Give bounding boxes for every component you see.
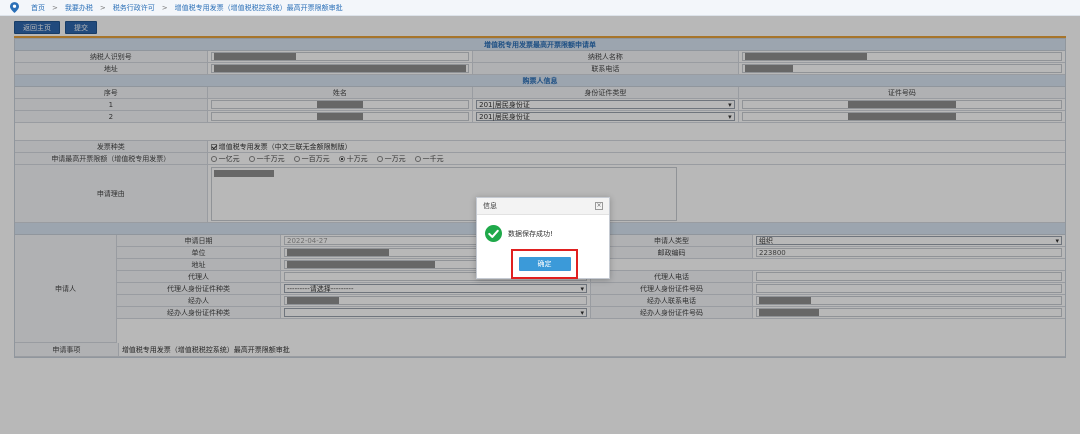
ok-button[interactable]: 确定 bbox=[518, 257, 571, 271]
highlight-box: 确定 bbox=[511, 249, 578, 279]
breadcrumb: 首页 > 我要办税 > 税务行政许可 > 增值税专用发票（增值税税控系统）最高开… bbox=[0, 0, 1080, 16]
breadcrumb-tax[interactable]: 我要办税 bbox=[65, 3, 93, 13]
success-check-icon bbox=[485, 225, 502, 242]
breadcrumb-current: 增值税专用发票（增值税税控系统）最高开票限额审批 bbox=[174, 3, 343, 12]
breadcrumb-permit[interactable]: 税务行政许可 bbox=[113, 3, 155, 13]
info-dialog: 信息 × 数据保存成功! 确定 bbox=[476, 197, 610, 279]
location-pin-icon bbox=[10, 2, 19, 13]
breadcrumb-home[interactable]: 首页 bbox=[31, 3, 45, 13]
close-icon[interactable]: × bbox=[595, 202, 603, 210]
dialog-title: 信息 bbox=[483, 202, 497, 210]
dialog-message: 数据保存成功! bbox=[508, 229, 553, 238]
